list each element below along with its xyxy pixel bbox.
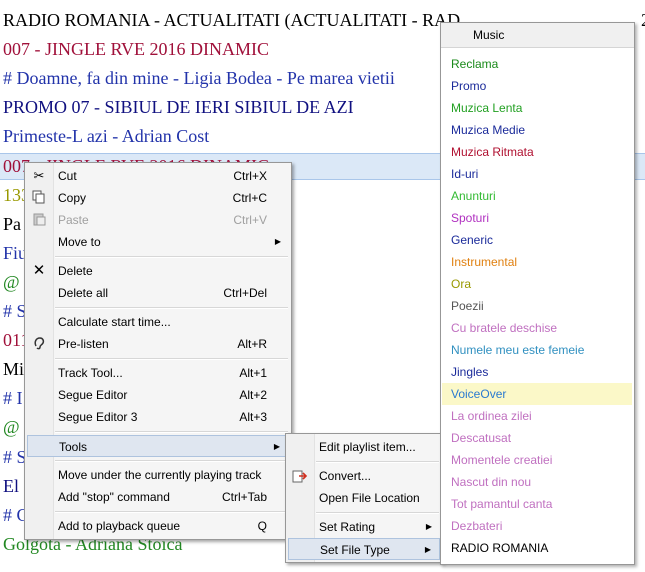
playlist-row-text: # S xyxy=(3,301,27,321)
menu-item-tools[interactable]: Tools ▶ xyxy=(27,435,289,457)
paste-icon xyxy=(31,212,47,228)
file-type-item-label: Anunturi xyxy=(451,189,496,203)
file-type-item-label: Ora xyxy=(451,277,472,291)
file-type-item[interactable]: Jingles xyxy=(442,361,632,383)
file-type-item-label: Numele meu este femeie xyxy=(451,343,585,357)
file-type-item-label: Promo xyxy=(451,79,487,93)
file-type-item-label: Poezii xyxy=(451,299,484,313)
file-type-item[interactable]: Promo xyxy=(442,75,632,97)
file-type-submenu: Music Reclama Promo Muzica Lenta Muzica Med… xyxy=(440,22,635,565)
file-type-item[interactable]: Muzica Ritmata xyxy=(442,141,632,163)
playlist-row-text: El xyxy=(3,476,19,496)
file-type-item-label: RADIO ROMANIA xyxy=(451,541,549,555)
file-type-item[interactable]: Dezbateri xyxy=(442,515,632,537)
file-type-item-label: Descatusat xyxy=(451,431,512,445)
file-type-item[interactable]: Muzica Lenta xyxy=(442,97,632,119)
ear-icon xyxy=(31,336,47,352)
submenu-arrow-icon: ▶ xyxy=(274,237,281,246)
file-type-item[interactable]: Spoturi xyxy=(442,207,632,229)
menu-item-convert[interactable]: Convert... xyxy=(288,465,440,487)
file-type-item-label: Spoturi xyxy=(451,211,490,225)
menu-item-copy[interactable]: Copy Ctrl+C xyxy=(27,187,289,209)
file-type-item-label: Generic xyxy=(451,233,494,247)
file-type-item[interactable]: Nascut din nou xyxy=(442,471,632,493)
file-type-item-label: Reclama xyxy=(451,57,499,71)
file-type-item[interactable]: Id-uri xyxy=(442,163,632,185)
file-type-item-label: Momentele creatiei xyxy=(451,453,553,467)
file-type-item-label: Dezbateri xyxy=(451,519,503,533)
playlist-row-right-column: 2 xyxy=(641,7,645,33)
menu-item-set-file-type[interactable]: Set File Type ▶ xyxy=(288,538,440,560)
menu-item-set-rating[interactable]: Set Rating ▶ xyxy=(288,516,440,538)
menu-item-move-under-playing[interactable]: Move under the currently playing track xyxy=(27,464,289,486)
playlist-row-text: Primeste-L azi - Adrian Cost xyxy=(3,126,210,146)
file-type-item[interactable]: Momentele creatiei xyxy=(442,449,632,471)
file-type-item-label: Tot pamantul canta xyxy=(451,497,553,511)
file-type-item-label: Id-uri xyxy=(451,167,479,181)
file-type-item-label: Muzica Ritmata xyxy=(451,145,534,159)
file-type-item[interactable]: Ora xyxy=(442,273,632,295)
file-type-item[interactable]: RADIO ROMANIA xyxy=(442,537,632,559)
file-type-item-label: VoiceOver xyxy=(451,387,507,401)
file-type-item[interactable]: Cu bratele deschise xyxy=(442,317,632,339)
playlist-row-text: RADIO ROMANIA - ACTUALITATI (ACTUALITATI… xyxy=(3,10,461,30)
file-type-item-label: Nascut din nou xyxy=(451,475,532,489)
menu-item-move-to[interactable]: Move to ▶ xyxy=(27,231,289,253)
scissors-icon: ✂ xyxy=(33,168,45,183)
playlist-row-text: # S xyxy=(3,447,27,467)
context-menu: ✂ Cut Ctrl+X Copy Ctrl+C Paste Ctrl+V Mo… xyxy=(24,162,292,540)
file-type-item[interactable]: Numele meu este femeie xyxy=(442,339,632,361)
menu-item-paste[interactable]: Paste Ctrl+V xyxy=(27,209,289,231)
file-type-item[interactable]: Tot pamantul canta xyxy=(442,493,632,515)
menu-item-delete[interactable]: ✕ Delete xyxy=(27,260,289,282)
menu-item-add-stop[interactable]: Add "stop" command Ctrl+Tab xyxy=(27,486,289,508)
file-type-item-label: Jingles xyxy=(451,365,489,379)
menu-item-delete-all[interactable]: Delete all Ctrl+Del xyxy=(27,282,289,304)
menu-item-segue-editor[interactable]: Segue Editor Alt+2 xyxy=(27,384,289,406)
menu-item-add-to-queue[interactable]: Add to playback queue Q xyxy=(27,515,289,537)
file-type-item[interactable]: Reclama xyxy=(442,53,632,75)
convert-icon xyxy=(292,468,308,484)
submenu-arrow-icon: ▶ xyxy=(273,442,280,451)
file-type-item-label: Muzica Lenta xyxy=(451,101,523,115)
submenu-arrow-icon: ▶ xyxy=(424,545,431,554)
menu-item-edit-playlist-item[interactable]: Edit playlist item... xyxy=(288,436,440,458)
x-icon: ✕ xyxy=(32,262,46,279)
menu-item-pre-listen[interactable]: Pre-listen Alt+R xyxy=(27,333,289,355)
file-type-header[interactable]: Music xyxy=(441,23,634,48)
menu-item-calculate-start-time[interactable]: Calculate start time... xyxy=(27,311,289,333)
file-type-item-label: La ordinea zilei xyxy=(451,409,532,423)
playlist-row-text: 007 - JINGLE RVE 2016 DINAMIC xyxy=(3,39,270,59)
file-type-item-label: Muzica Medie xyxy=(451,123,526,137)
menu-item-cut[interactable]: ✂ Cut Ctrl+X xyxy=(27,165,289,187)
copy-icon xyxy=(31,190,47,206)
file-type-item[interactable]: Descatusat xyxy=(442,427,632,449)
file-type-item-label: Cu bratele deschise xyxy=(451,321,558,335)
file-type-item[interactable]: La ordinea zilei xyxy=(442,405,632,427)
file-type-item[interactable]: Instrumental xyxy=(442,251,632,273)
menu-item-open-file-location[interactable]: Open File Location xyxy=(288,487,440,509)
playlist-row-text: # Doamne, fa din mine - Ligia Bodea - Pe… xyxy=(3,68,395,88)
submenu-arrow-icon: ▶ xyxy=(425,522,432,531)
tools-submenu: Edit playlist item... Convert... Open Fi… xyxy=(285,433,443,563)
file-type-item[interactable]: Poezii xyxy=(442,295,632,317)
file-type-item[interactable]: Generic xyxy=(442,229,632,251)
playlist-row-text: PROMO 07 - SIBIUL DE IERI SIBIUL DE AZI xyxy=(3,97,354,117)
file-type-item-label: Instrumental xyxy=(451,255,518,269)
file-type-item[interactable]: Anunturi xyxy=(442,185,632,207)
file-type-item[interactable]: Muzica Medie xyxy=(442,119,632,141)
file-type-item[interactable]: VoiceOver xyxy=(442,383,632,405)
menu-item-segue-editor-3[interactable]: Segue Editor 3 Alt+3 xyxy=(27,406,289,428)
menu-item-track-tool[interactable]: Track Tool... Alt+1 xyxy=(27,362,289,384)
